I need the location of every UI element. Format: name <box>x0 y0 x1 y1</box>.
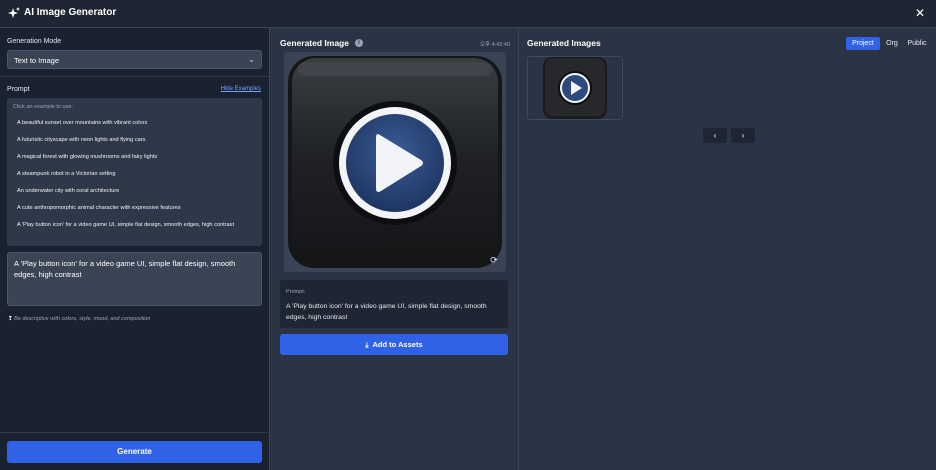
example-item[interactable]: A steampunk robot in a Victorian setting <box>17 170 255 178</box>
gallery-panel: Generated Images Project Org Public ‹ › <box>520 28 936 470</box>
example-item[interactable]: An underwater city with coral architectu… <box>17 187 255 195</box>
prompt-display-label: Prompt: <box>286 289 306 295</box>
scope-tabs: Project Org Public <box>846 37 930 50</box>
timestamp: 오후 4:42:40 <box>480 42 510 48</box>
generated-image-panel: Generated Image i 오후 4:42:40 ⟳ Prompt: A… <box>271 28 519 470</box>
close-icon[interactable]: ✕ <box>912 5 928 21</box>
generated-images-title: Generated Images <box>527 38 601 48</box>
prompt-tip-text: Be descriptive with colors, style, mood,… <box>14 316 151 322</box>
chevron-right-icon: › <box>741 131 745 140</box>
tab-org[interactable]: Org <box>882 37 902 50</box>
title-bar: AI Image Generator ✕ <box>0 0 936 28</box>
generated-image-title: Generated Image <box>280 38 349 48</box>
play-button-thumbnail <box>528 57 622 119</box>
next-page-button[interactable]: › <box>731 128 755 143</box>
prompt-display-text: A 'Play button icon' for a video game UI… <box>286 303 487 321</box>
tab-project[interactable]: Project <box>846 37 880 50</box>
example-item[interactable]: A futuristic cityscape with neon lights … <box>17 136 255 144</box>
generation-mode-label: Generation Mode <box>7 38 62 45</box>
prompt-label: Prompt <box>7 86 30 93</box>
app-title: AI Image Generator <box>24 7 117 18</box>
examples-panel: Click an example to use: A beautiful sun… <box>7 98 262 246</box>
download-icon: ⤓ <box>365 342 369 349</box>
add-to-assets-label: Add to Assets <box>372 340 423 349</box>
example-item[interactable]: A magical forest with glowing mushrooms … <box>17 153 255 161</box>
generation-mode-select[interactable]: Text to Image ⌄ <box>7 50 262 69</box>
chevron-down-icon: ⌄ <box>248 55 255 64</box>
lightbulb-icon: ❢ <box>8 316 13 322</box>
divider <box>0 432 270 433</box>
prompt-input[interactable]: A 'Play button icon' for a video game UI… <box>7 252 262 306</box>
example-item[interactable]: A cute anthropomorphic animal character … <box>17 204 255 212</box>
examples-hint: Click an example to use: <box>13 104 73 110</box>
prompt-display: Prompt: A 'Play button icon' for a video… <box>280 280 508 328</box>
generate-button[interactable]: Generate <box>7 441 262 463</box>
generation-mode-value: Text to Image <box>14 56 60 65</box>
hide-examples-link[interactable]: Hide Examples <box>221 86 261 92</box>
sparkles-icon <box>8 7 20 18</box>
gallery-thumbnail[interactable] <box>527 56 623 120</box>
generated-image <box>284 52 506 272</box>
example-item[interactable]: A 'Play button icon' for a video game UI… <box>17 221 255 229</box>
divider <box>0 76 270 77</box>
tab-public[interactable]: Public <box>904 37 930 50</box>
chevron-left-icon: ‹ <box>713 131 717 140</box>
prev-page-button[interactable]: ‹ <box>703 128 727 143</box>
refresh-icon[interactable]: ⟳ <box>488 254 500 266</box>
add-to-assets-button[interactable]: ⤓ Add to Assets <box>280 334 508 355</box>
prompt-tip: ❢ Be descriptive with colors, style, moo… <box>8 316 150 322</box>
settings-panel: Generation Mode Text to Image ⌄ Prompt H… <box>0 28 270 470</box>
play-button-image <box>284 52 506 272</box>
info-icon[interactable]: i <box>355 39 363 47</box>
example-item[interactable]: A beautiful sunset over mountains with v… <box>17 119 255 127</box>
